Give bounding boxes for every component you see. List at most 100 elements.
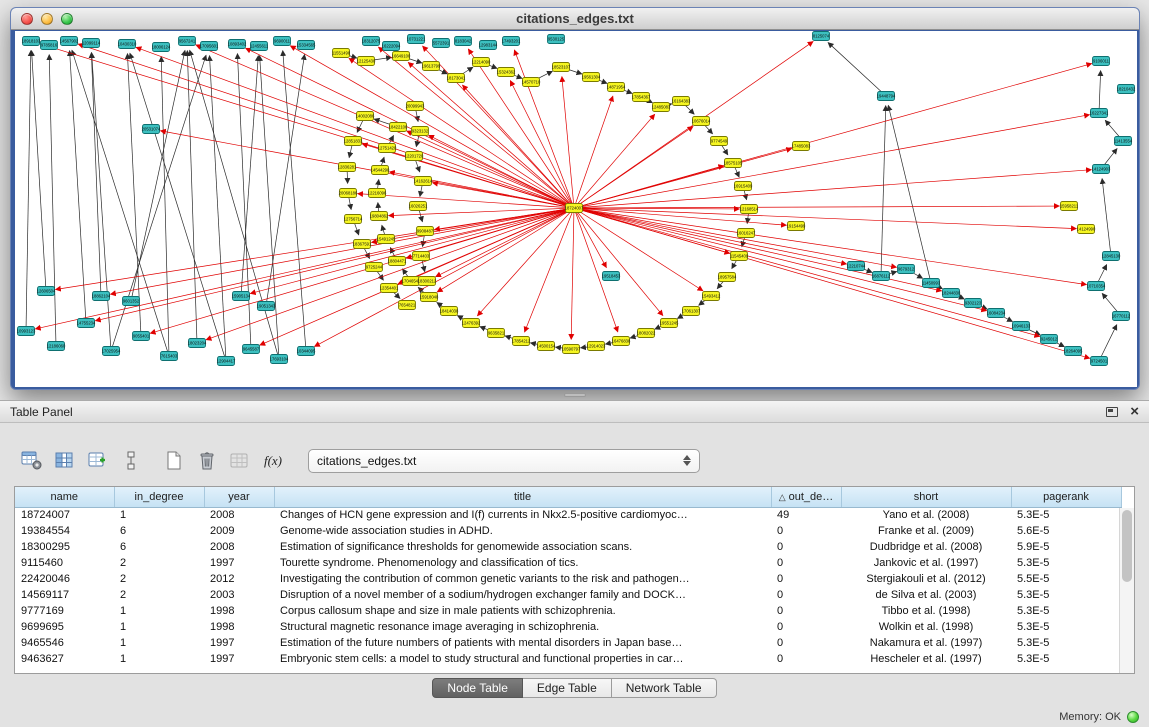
table-row[interactable]: 2242004622012Investigating the contribut… (15, 571, 1121, 587)
table-cell[interactable]: Disruption of a novel member of a sodium… (274, 587, 771, 603)
graph-node[interactable]: 15324362 (497, 68, 516, 77)
graph-node[interactable]: 9245012 (1041, 335, 1058, 344)
table-cell[interactable]: Hescheler et al. (1997) (841, 651, 1011, 667)
graph-node[interactable]: 15491245 (377, 235, 396, 244)
table-cell[interactable]: Structural magnetic resonance image aver… (274, 619, 771, 635)
graph-node[interactable]: 14124903 (1092, 165, 1111, 174)
graph-node[interactable]: 14002086 (356, 112, 375, 121)
graph-node[interactable]: 14570710 (522, 78, 541, 87)
graph-node[interactable]: 11551498 (332, 49, 351, 58)
table-cell[interactable]: 0 (771, 555, 841, 571)
graph-node[interactable]: 18724007 (565, 204, 584, 213)
column-header-title[interactable]: title (274, 487, 771, 507)
table-cell[interactable]: Changes of HCN gene expression and I(f) … (274, 507, 771, 523)
graph-node[interactable]: 14500154 (537, 342, 556, 351)
table-cell[interactable]: 1998 (204, 603, 274, 619)
graph-node[interactable]: 12125430 (357, 57, 376, 66)
graph-node[interactable]: 14124990 (1077, 225, 1096, 234)
splitter-grip[interactable] (564, 393, 586, 397)
graph-node[interactable]: 16026251 (409, 202, 428, 211)
graph-node[interactable]: 9774549 (711, 137, 728, 146)
graph-node[interactable]: 12756714 (344, 215, 363, 224)
table-cell[interactable]: Tibbo et al. (1998) (841, 603, 1011, 619)
graph-node[interactable]: 10344095 (297, 347, 316, 356)
graph-node[interactable]: 12216096 (368, 189, 387, 198)
graph-node[interactable]: 9106011 (1093, 57, 1110, 66)
table-row[interactable]: 969969511998Structural magnetic resonanc… (15, 619, 1121, 635)
table-cell[interactable]: 5.3E-5 (1011, 619, 1121, 635)
graph-node[interactable]: 9302123 (965, 299, 982, 308)
table-cell[interactable]: 0 (771, 619, 841, 635)
graph-node[interactable]: 18244830 (942, 289, 961, 298)
graph-node[interactable]: 14544290 (371, 166, 390, 175)
graph-node[interactable]: 18210432 (1117, 85, 1136, 94)
graph-node[interactable]: 18082022 (637, 329, 656, 338)
row-height-button[interactable] (117, 447, 145, 474)
edit-table-button[interactable] (84, 447, 112, 474)
table-row[interactable]: 946362711997Embryonic stem cells: a mode… (15, 651, 1121, 667)
table-cell[interactable]: 5.9E-5 (1011, 539, 1121, 555)
graph-node[interactable]: 12914023 (587, 342, 606, 351)
table-cell[interactable]: 2008 (204, 507, 274, 523)
graph-node[interactable]: 9690011 (274, 37, 291, 46)
table-cell[interactable]: Dudbridge et al. (2008) (841, 539, 1011, 555)
table-cell[interactable]: 1998 (204, 619, 274, 635)
graph-node[interactable]: 12455611 (250, 42, 269, 51)
graph-node[interactable]: 16915409 (734, 182, 753, 191)
graph-node[interactable]: 18862104 (92, 292, 111, 301)
graph-node[interactable]: 9785816 (41, 41, 58, 50)
table-cell[interactable]: 1 (114, 619, 204, 635)
graph-node[interactable]: 12606504 (37, 287, 56, 296)
table-cell[interactable]: 5.5E-5 (1011, 571, 1121, 587)
graph-node[interactable]: 15334565 (297, 41, 316, 50)
graph-node[interactable]: 12751420 (378, 144, 397, 153)
graph-node[interactable]: 9601352 (123, 297, 140, 306)
table-cell[interactable]: Jankovic et al. (1997) (841, 555, 1011, 571)
graph-node[interactable]: 16084234 (987, 309, 1006, 318)
table-cell[interactable]: 9463627 (15, 651, 114, 667)
network-canvas[interactable]: 1155149812125430166491001961379918173041… (15, 31, 1137, 387)
graph-node[interactable]: 18006124 (152, 43, 171, 52)
table-cell[interactable]: 22420046 (15, 571, 114, 587)
graph-node[interactable]: 18173041 (447, 74, 466, 83)
graph-node[interactable]: 17061307 (682, 307, 701, 316)
graph-node[interactable]: 19051343 (257, 302, 276, 311)
graph-node[interactable]: 14871954 (607, 83, 626, 92)
graph-node[interactable]: 7714403 (413, 252, 430, 261)
graph-node[interactable]: 12186060 (47, 342, 66, 351)
graph-node[interactable]: 12845130 (1102, 252, 1121, 261)
graph-node[interactable]: 10676014 (692, 117, 711, 126)
graph-node[interactable]: 16222094 (382, 42, 401, 51)
graph-node[interactable]: 19448794 (877, 92, 896, 101)
table-row[interactable]: 1830029562008Estimation of significance … (15, 539, 1121, 555)
table-cell[interactable]: 9465546 (15, 635, 114, 651)
table-cell[interactable]: 1997 (204, 635, 274, 651)
graph-node[interactable]: 9055401 (133, 332, 150, 341)
graph-node[interactable]: 16476838 (612, 337, 631, 346)
table-cell[interactable]: Corpus callosum shape and size in male p… (274, 603, 771, 619)
graph-node[interactable]: 16770112 (1112, 312, 1131, 321)
table-mode-button[interactable] (18, 447, 46, 474)
graph-node[interactable]: 12214090 (472, 58, 491, 67)
table-cell[interactable]: 5.3E-5 (1011, 507, 1121, 523)
close-window-button[interactable] (21, 13, 33, 25)
column-header-in_degree[interactable]: in_degree (114, 487, 204, 507)
graph-node[interactable]: 10731221 (407, 35, 426, 44)
graph-node[interactable]: 19613799 (422, 62, 441, 71)
graph-node[interactable]: 12476392 (462, 319, 481, 328)
graph-node[interactable]: 12836281 (338, 163, 357, 172)
table-cell[interactable]: Embryonic stem cells: a model to study s… (274, 651, 771, 667)
tab-edge-table[interactable]: Edge Table (523, 678, 612, 698)
graph-node[interactable]: 9908487 (417, 227, 434, 236)
graph-node[interactable]: 9567241 (179, 37, 196, 46)
table-cell[interactable]: 1 (114, 507, 204, 523)
graph-node[interactable]: 8125074 (813, 32, 830, 41)
graph-node[interactable]: 7654821 (399, 301, 416, 310)
graph-node[interactable]: 17854212 (512, 337, 531, 346)
graph-node[interactable]: 17493201 (502, 37, 521, 46)
graph-node[interactable]: 9724501 (1091, 357, 1108, 366)
graph-node[interactable]: 18414038 (440, 307, 459, 316)
table-cell[interactable]: 5.3E-5 (1011, 651, 1121, 667)
window-titlebar[interactable]: citations_edges.txt (11, 8, 1139, 30)
table-cell[interactable]: 6 (114, 539, 204, 555)
